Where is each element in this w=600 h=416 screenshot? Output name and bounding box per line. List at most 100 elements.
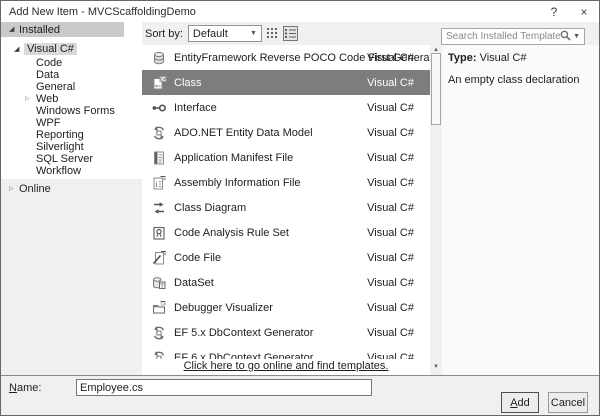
collapsed-triangle-icon: ▷ xyxy=(9,186,18,192)
list-item-ef-6-x-dbcontext-generator[interactable]: EF 6.x DbContext Generator Visual C# xyxy=(142,345,430,359)
medium-icons-view-button[interactable] xyxy=(265,26,280,41)
search-icon[interactable] xyxy=(560,30,571,44)
add-button[interactable]: Add xyxy=(501,392,539,413)
go-online-link[interactable]: Click here to go online and find templat… xyxy=(184,360,389,372)
template-name: Code File xyxy=(174,252,221,264)
template-name: Code Analysis Rule Set xyxy=(174,227,289,239)
sidebar-item-wpf[interactable]: WPF xyxy=(1,117,142,129)
template-name: EF 6.x DbContext Generator xyxy=(174,352,313,360)
online-label: Online xyxy=(19,183,51,195)
manifest-file-icon xyxy=(151,150,167,166)
sidebar-item-silverlight[interactable]: Silverlight xyxy=(1,141,142,153)
search-input[interactable] xyxy=(442,31,560,42)
template-description: An empty class declaration xyxy=(448,74,600,86)
dataset-icon xyxy=(151,275,167,291)
sort-by-value: Default xyxy=(193,28,250,40)
installed-label: Installed xyxy=(19,24,60,36)
template-name: EF 5.x DbContext Generator xyxy=(174,327,313,339)
template-language: Visual C# xyxy=(367,277,414,289)
name-input[interactable] xyxy=(76,379,372,396)
cancel-button[interactable]: Cancel xyxy=(548,392,588,413)
sidebar-item-windows-forms[interactable]: Windows Forms xyxy=(1,105,142,117)
list-item-code-analysis-rule-set[interactable]: Code Analysis Rule SetVisual C# xyxy=(142,220,430,245)
list-item-code-file[interactable]: C# Code File Visual C# xyxy=(142,245,430,270)
scroll-down-icon[interactable]: ▼ xyxy=(430,364,442,370)
sidebar-item-reporting[interactable]: Reporting xyxy=(1,129,142,141)
template-name: Assembly Information File xyxy=(174,177,301,189)
list-item-class-diagram[interactable]: Class DiagramVisual C# xyxy=(142,195,430,220)
type-value: Visual C# xyxy=(480,52,527,64)
close-button[interactable]: × xyxy=(569,1,599,22)
help-button[interactable]: ? xyxy=(539,1,569,22)
sidebar-item-label: General xyxy=(36,81,75,93)
interface-icon xyxy=(151,100,167,116)
template-language: Visual C# xyxy=(367,152,414,164)
sidebar-item-code[interactable]: Code xyxy=(1,57,142,69)
add-new-item-dialog: Add New Item - MVCScaffoldingDemo ? × ◢ … xyxy=(0,0,600,416)
expanded-triangle-icon: ◢ xyxy=(14,46,24,53)
template-language: Visual C# xyxy=(367,77,414,89)
template-name: ADO.NET Entity Data Model xyxy=(174,127,313,139)
list-scrollbar[interactable]: ▲ ▼ xyxy=(430,45,442,372)
sidebar-item-sql-server[interactable]: SQL Server xyxy=(1,153,142,165)
sidebar-item-label: Workflow xyxy=(36,165,81,177)
template-name: Class Diagram xyxy=(174,202,246,214)
sidebar-item-web[interactable]: ▷Web xyxy=(1,93,142,105)
chevron-down-icon: ▼ xyxy=(250,30,257,37)
code-file-icon: C# xyxy=(151,250,167,266)
list-item-assembly-information-file[interactable]: C#iAssembly Information FileVisual C# xyxy=(142,170,430,195)
ef-generator-icon xyxy=(151,350,167,360)
sidebar-item-visual-csharp[interactable]: ◢ Visual C# xyxy=(1,42,142,56)
installed-category-header[interactable]: ◢ Installed xyxy=(1,22,124,37)
template-language: Visual C# xyxy=(367,127,414,139)
sidebar-item-data[interactable]: Data xyxy=(1,69,142,81)
list-item-class[interactable]: C# Class Visual C# xyxy=(142,70,430,95)
template-rows: EntityFramework Reverse POCO Code First … xyxy=(142,45,430,359)
template-language: Visual C# xyxy=(367,352,414,360)
template-details-panel: Type: Visual C# An empty class declarati… xyxy=(442,45,600,375)
template-name: Class xyxy=(174,77,202,89)
template-language: Visual C# xyxy=(367,102,414,114)
list-item-ef-5-x-dbcontext-generator[interactable]: EF 5.x DbContext GeneratorVisual C# xyxy=(142,320,430,345)
template-name: DataSet xyxy=(174,277,214,289)
scrollbar-thumb[interactable] xyxy=(431,53,441,125)
sidebar-item-workflow[interactable]: Workflow xyxy=(1,165,142,177)
sidebar-item-label: Silverlight xyxy=(36,141,84,153)
entity-model-icon xyxy=(151,125,167,141)
sidebar-item-general[interactable]: General xyxy=(1,81,142,93)
list-item-interface[interactable]: InterfaceVisual C# xyxy=(142,95,430,120)
sidebar-item-label: SQL Server xyxy=(36,153,93,165)
svg-text:C#: C# xyxy=(160,76,166,81)
small-icons-view-button[interactable] xyxy=(283,26,298,41)
sidebar-item-label: Reporting xyxy=(36,129,84,141)
assembly-info-icon: C#i xyxy=(151,175,167,191)
category-tree: ◢ Visual C# CodeDataGeneral▷WebWindows F… xyxy=(1,42,142,177)
template-language: Visual C# xyxy=(367,52,414,64)
tree-children: CodeDataGeneral▷WebWindows FormsWPFRepor… xyxy=(1,57,142,177)
list-toolbar: Sort by: Default ▼ xyxy=(142,22,430,45)
search-box: ▼ xyxy=(441,28,585,45)
footer: Name: Add Cancel xyxy=(1,376,599,415)
category-panel: ◢ Installed ◢ Visual C# CodeDataGeneral▷… xyxy=(1,22,142,179)
debugger-visualizer-icon: C# xyxy=(151,300,167,316)
template-language: Visual C# xyxy=(367,302,414,314)
database-icon xyxy=(151,50,167,66)
template-language: Visual C# xyxy=(367,252,414,264)
title-bar: Add New Item - MVCScaffoldingDemo ? × xyxy=(1,1,599,22)
name-label: Name: xyxy=(9,382,41,394)
list-item-application-manifest-file[interactable]: Application Manifest FileVisual C# xyxy=(142,145,430,170)
list-item-dataset[interactable]: DataSet Visual C# xyxy=(142,270,430,295)
grid-view-icon xyxy=(267,28,278,39)
online-link-zone: Click here to go online and find templat… xyxy=(142,360,430,372)
sort-by-dropdown[interactable]: Default ▼ xyxy=(188,25,262,42)
template-list: EntityFramework Reverse POCO Code First … xyxy=(142,45,430,375)
online-category-header[interactable]: ▷ Online xyxy=(1,182,142,196)
window-title: Add New Item - MVCScaffoldingDemo xyxy=(9,6,196,18)
sidebar-item-label: Web xyxy=(36,93,58,105)
sidebar-item-label: Data xyxy=(36,69,59,81)
list-item-ado-net-entity-data-model[interactable]: ADO.NET Entity Data Model Visual C# xyxy=(142,120,430,145)
sort-by-label: Sort by: xyxy=(145,28,183,40)
list-item-debugger-visualizer[interactable]: C#Debugger VisualizerVisual C# xyxy=(142,295,430,320)
list-item-entityframework-reverse-poco-code-first-generator[interactable]: EntityFramework Reverse POCO Code First … xyxy=(142,45,430,70)
search-options-chevron-icon[interactable]: ▼ xyxy=(573,33,580,40)
